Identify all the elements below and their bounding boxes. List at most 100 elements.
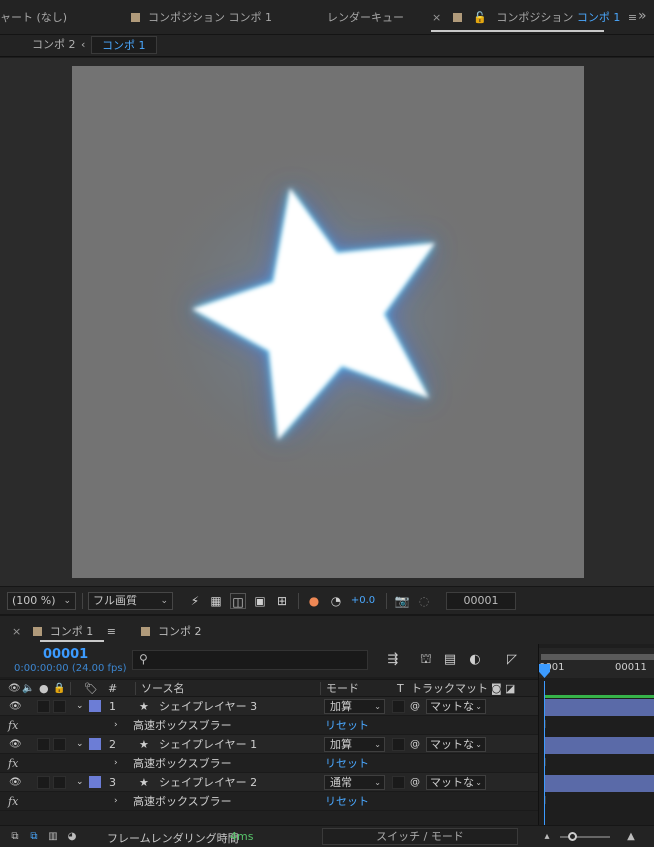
graph-editor-icon[interactable]: ◸ [503,652,521,668]
layer-duration-bar[interactable] [545,737,654,754]
composition-flowchart-icon[interactable]: ⇶ [384,652,402,668]
color-channels-icon[interactable]: ● [306,593,322,609]
chevron-right-icon[interactable]: › [114,792,118,811]
close-icon[interactable]: × [432,11,441,24]
transfer-controls-icon[interactable]: ⧉ [27,830,41,844]
effect-name[interactable]: 高速ボックスブラー [133,792,232,811]
zoom-in-icon[interactable]: ▲ [624,830,638,844]
exposure-value[interactable]: +0.0 [348,593,378,609]
solo-icon[interactable]: ● [39,681,49,697]
track-matte-dropdown[interactable]: マットな ⌄ [426,737,486,752]
pickwhip-icon[interactable]: @ [410,773,420,792]
tab-active-composition[interactable]: × 🔓 コンポジション コンポ 1 ≡ [432,10,637,26]
solo-switch[interactable] [37,738,50,751]
layer-row[interactable]: 👁 ⌄ 2 ★ シェイプレイヤー 1 加算 ⌄ @ マットな ⌄ [0,735,538,754]
magnification-dropdown[interactable]: (100 %) ⌄ [7,592,76,610]
zoom-out-icon[interactable]: ▴ [540,830,554,844]
reset-link[interactable]: リセット [325,716,369,735]
resolution-dropdown[interactable]: フル画質 ⌄ [88,592,173,610]
chevron-right-icon[interactable]: › [114,716,118,735]
timeline-tab-comp-2[interactable]: コンポ 2 [141,624,202,640]
panel-menu-icon[interactable]: ≡ [628,11,637,24]
chevron-right-icon[interactable]: › [114,754,118,773]
zoom-slider-handle[interactable] [568,832,577,841]
effect-name[interactable]: 高速ボックスブラー [133,716,232,735]
draft-3d-icon[interactable]: ⛫ [417,652,435,668]
reset-link[interactable]: リセット [325,754,369,773]
layer-label-color[interactable] [89,700,101,712]
time-ruler[interactable]: 0001 00011 [539,648,654,678]
effect-name[interactable]: 高速ボックスブラー [133,754,232,773]
solo-switch[interactable] [37,700,50,713]
mode-dropdown[interactable]: 加算 ⌄ [324,737,385,752]
solo-switch[interactable] [37,776,50,789]
speaker-icon[interactable]: 🔈 [22,681,34,697]
reset-link[interactable]: リセット [325,792,369,811]
current-time-display[interactable]: 00001 [43,647,88,662]
track-matte-dropdown[interactable]: マットな ⌄ [426,775,486,790]
preserve-transparency-switch[interactable] [392,738,405,751]
composition-canvas[interactable] [72,66,584,578]
mode-dropdown[interactable]: 加算 ⌄ [324,699,385,714]
layer-duration-bar[interactable] [545,699,654,716]
chevron-down-icon[interactable]: ⌄ [76,697,84,716]
eye-icon[interactable]: 👁 [9,697,22,716]
breadcrumb-comp-1[interactable]: コンポ 1 [91,36,157,54]
frame-blending-icon[interactable]: ◐ [466,652,484,668]
layer-name[interactable]: シェイプレイヤー 2 [159,773,257,792]
lock-switch[interactable] [53,700,66,713]
column-source-name[interactable]: ソース名 [141,681,184,697]
current-frame-field[interactable]: 00001 [446,592,516,610]
close-icon[interactable]: × [12,625,21,638]
fast-preview-icon[interactable]: ⚡ [187,593,203,609]
preserve-transparency-switch[interactable] [392,700,405,713]
layer-name[interactable]: シェイプレイヤー 1 [159,735,257,754]
time-graph[interactable]: 0001 00011 I I I [538,644,654,825]
region-of-interest-icon[interactable]: ▣ [252,593,268,609]
grid-guides-icon[interactable]: ⊞ [274,593,290,609]
camera-snapshot-icon[interactable]: 📷 [394,593,410,609]
chevron-down-icon[interactable]: ⌄ [76,735,84,754]
timeline-tab-comp-1[interactable]: × コンポ 1 ≡ [12,624,116,640]
shy-layers-icon[interactable]: ▤ [441,652,459,668]
track-matte-dropdown[interactable]: マットな ⌄ [426,699,486,714]
tab-flowchart[interactable]: ャート (なし) [0,10,67,26]
fx-icon[interactable]: fx [8,792,18,811]
overflow-icon[interactable]: » [638,8,647,24]
fx-icon[interactable]: fx [8,754,18,773]
preserve-transparency-switch[interactable] [392,776,405,789]
pickwhip-icon[interactable]: @ [410,735,420,754]
layer-duration-bar[interactable] [545,775,654,792]
breadcrumb-comp-2[interactable]: コンポ 2 [32,36,76,54]
mask-path-icon[interactable]: ◫ [230,593,246,609]
layer-label-color[interactable] [89,776,101,788]
eye-icon[interactable]: 👁 [9,773,22,792]
tab-composition-1[interactable]: コンポジション コンポ 1 [131,10,272,26]
exposure-reset-icon[interactable]: ◔ [328,593,344,609]
lock-switch[interactable] [53,776,66,789]
panel-menu-icon[interactable]: ≡ [107,625,116,638]
eye-icon[interactable]: 👁 [8,681,21,697]
layer-row[interactable]: 👁 ⌄ 1 ★ シェイプレイヤー 3 加算 ⌄ @ マットな ⌄ [0,697,538,716]
layer-search-input[interactable]: ⚲ [132,650,368,670]
label-tag-icon[interactable]: 🏷 [84,681,98,697]
fx-icon[interactable]: fx [8,716,18,735]
eye-icon[interactable]: 👁 [9,735,22,754]
switch-mode-toggle[interactable]: スイッチ / モード [322,828,518,845]
lock-icon[interactable]: 🔓 [473,11,487,24]
breadcrumb: コンポ 2 ‹ コンポ 1 [0,35,654,57]
layer-row[interactable]: 👁 ⌄ 3 ★ シェイプレイヤー 2 通常 ⌄ @ マットな ⌄ [0,773,538,792]
in-out-icon[interactable]: ▥ [46,830,60,844]
mode-dropdown[interactable]: 通常 ⌄ [324,775,385,790]
chevron-down-icon[interactable]: ⌄ [76,773,84,792]
layer-label-color[interactable] [89,738,101,750]
render-time-icon[interactable]: ◕ [65,830,79,844]
transparency-grid-icon[interactable]: ▦ [208,593,224,609]
work-area-bar[interactable] [541,654,654,660]
layer-name[interactable]: シェイプレイヤー 3 [159,697,257,716]
tab-render-queue[interactable]: レンダーキュー [327,10,404,26]
layer-switches-icon[interactable]: ⧉ [8,830,22,844]
lock-icon[interactable]: 🔒 [53,681,65,697]
pickwhip-icon[interactable]: @ [410,697,420,716]
lock-switch[interactable] [53,738,66,751]
